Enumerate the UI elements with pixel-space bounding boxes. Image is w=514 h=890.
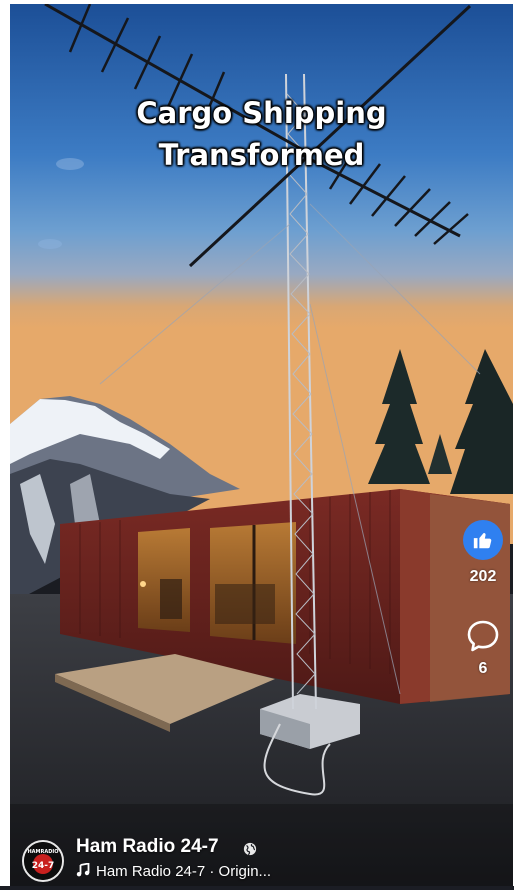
channel-logo: HAMRADIO 24-7 [24,842,62,880]
bottom-bar [0,886,514,890]
caption-line-2: Transformed [158,138,365,172]
caption-line-1: Cargo Shipping [136,96,387,130]
avatar-text-bottom: 24-7 [32,861,55,871]
avatar-text-top: HAMRADIO [27,849,58,855]
reel-video-frame[interactable]: Cargo Shipping Transformed 202 6 HAMRADI… [10,4,513,886]
like-icon [473,533,492,549]
comment-icon[interactable] [465,618,501,654]
left-margin [0,0,10,890]
music-note-icon [76,863,90,877]
like-button[interactable] [463,520,503,560]
audio-attribution[interactable]: Ham Radio 24-7 · Origin... [76,863,271,880]
video-caption: Cargo Shipping Transformed [10,92,513,176]
globe-icon [243,842,257,856]
audio-text: Ham Radio 24-7 · Origin... [96,863,272,880]
like-count: 202 [469,568,497,585]
comment-count: 6 [478,660,488,677]
channel-name[interactable]: Ham Radio 24-7 [76,836,219,858]
channel-avatar[interactable]: HAMRADIO 24-7 [22,840,64,882]
reel-footer: HAMRADIO 24-7 Ham Radio 24-7 Ham Radio 2… [10,822,513,886]
